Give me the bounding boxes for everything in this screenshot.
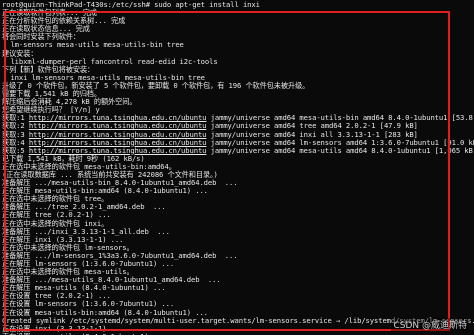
terminal-window[interactable]: root@quinn-ThinkPad-T430s:/etc/ssh# sudo… <box>0 0 474 335</box>
terminal-output-line: lm-sensors mesa-utils mesa-utils-bin tre… <box>2 40 184 50</box>
csdn-watermark: CSDN @威迪斯特 <box>391 318 469 331</box>
